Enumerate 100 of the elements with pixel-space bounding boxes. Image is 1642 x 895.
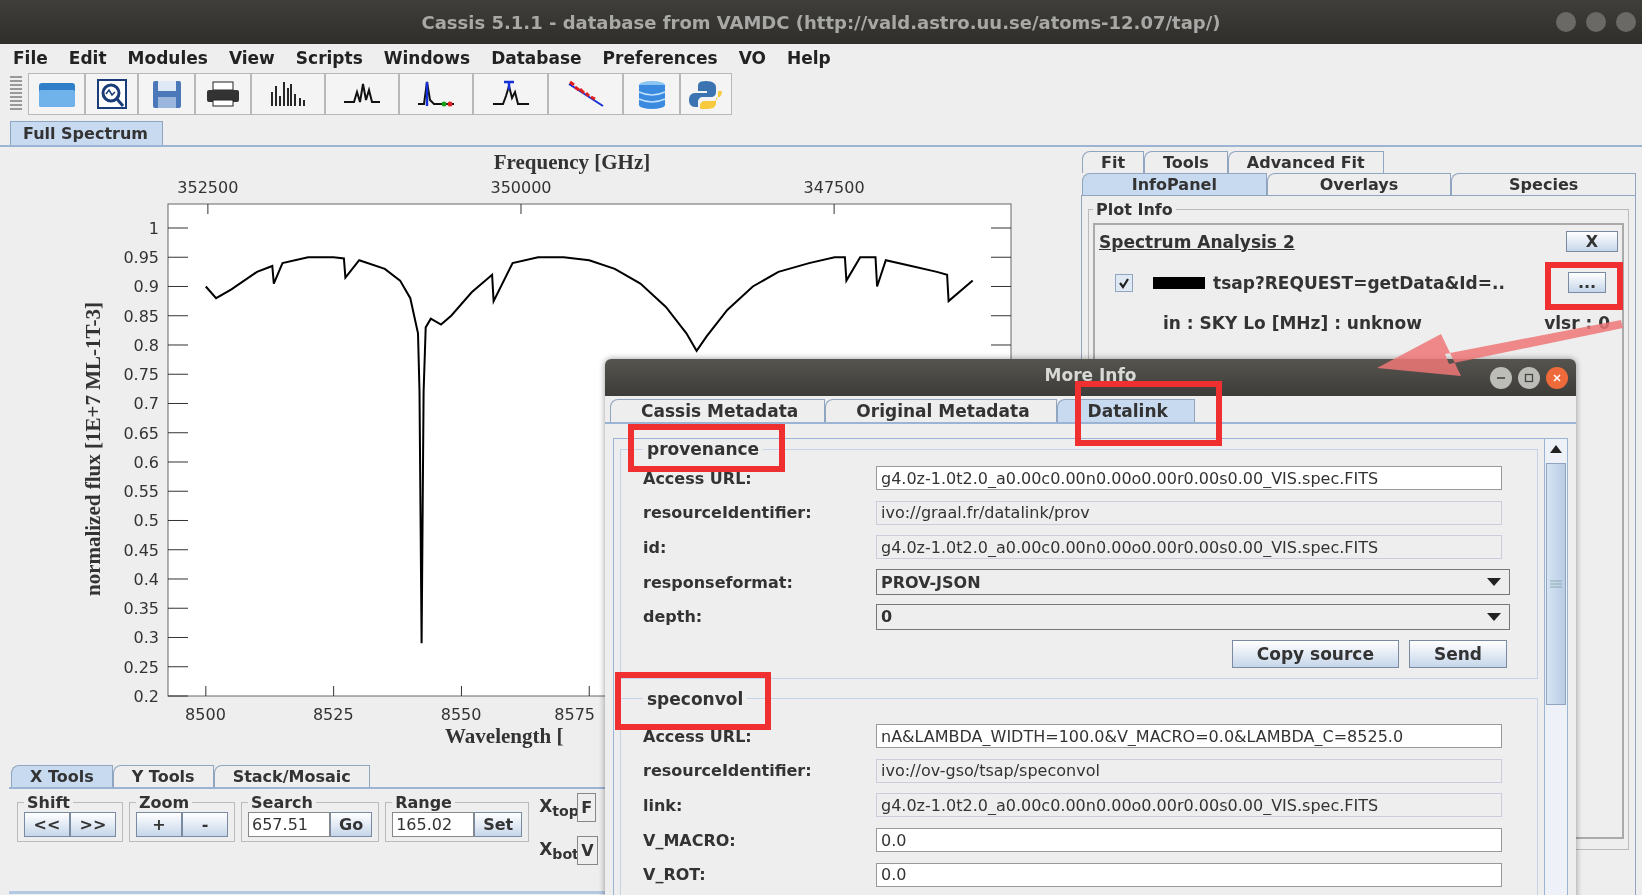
view-tab[interactable]: Full Spectrum <box>10 121 163 145</box>
field-label: resourceIdentifier: <box>643 503 813 523</box>
snake-logo-icon[interactable] <box>680 73 732 115</box>
dialog-button[interactable]: Send <box>1408 639 1507 668</box>
text-field[interactable]: g4.0z-1.0t2.0_a0.00c0.00n0.00o0.00r0.00s0.00_VIS.spec.FITS <box>876 793 1502 818</box>
tool-button[interactable]: - <box>182 812 228 837</box>
up-arrow-icon[interactable] <box>1550 445 1562 453</box>
tick-label: 0.95 <box>123 248 159 268</box>
tick-label: 8500 <box>185 705 226 724</box>
close-icon <box>1552 373 1562 383</box>
tick-label: 8525 <box>312 705 354 724</box>
tick-label: 0.2 <box>133 687 159 706</box>
save-icon[interactable] <box>138 73 195 115</box>
text-field[interactable]: g4.0z-1.0t2.0_a0.00c0.00n0.00o0.00r0.00s0.00_VIS.spec.FITS <box>876 535 1502 560</box>
tick-label: 0.45 <box>123 540 159 560</box>
group-label: Search <box>250 793 314 812</box>
menu-item[interactable]: Edit <box>68 48 107 68</box>
tool-tab[interactable]: Y Tools <box>112 765 214 787</box>
tool-button[interactable]: Go <box>330 812 373 837</box>
close-button[interactable] <box>1546 367 1568 389</box>
tick-label: 0.85 <box>123 306 159 326</box>
group-label: Zoom <box>138 793 191 812</box>
tick-label: 352500 <box>177 178 239 197</box>
field-label: Access URL: <box>643 726 753 746</box>
spectrum-icon[interactable] <box>473 73 548 115</box>
scrollbar[interactable] <box>1544 439 1567 895</box>
text-field[interactable]: ivo://ov-gso/tsap/speconvol <box>876 758 1502 783</box>
panel-tab[interactable]: Fit <box>1082 151 1145 173</box>
tool-tab[interactable]: X Tools <box>11 765 113 787</box>
tick-label: 350000 <box>490 178 552 197</box>
folder-icon[interactable] <box>28 73 85 115</box>
dropdown[interactable]: PROV-JSON <box>876 569 1510 596</box>
text-field[interactable]: g4.0z-1.0t2.0_a0.00c0.00n0.00o0.00r0.00s0.00_VIS.spec.FITS <box>876 466 1502 491</box>
dialog-title: More Info <box>1044 364 1137 385</box>
axis-dropdown[interactable]: V <box>577 836 598 865</box>
tick-label: 0.6 <box>133 453 159 472</box>
dialog-tab[interactable]: Cassis Metadata <box>610 399 826 422</box>
menu-item[interactable]: Modules <box>127 48 208 68</box>
dialog-tab[interactable]: Datalink <box>1056 399 1195 422</box>
dialog-tab[interactable]: Original Metadata <box>825 399 1057 422</box>
tick-label: 1 <box>148 219 159 238</box>
checkbox[interactable] <box>1115 273 1133 292</box>
axis-title: normalized flux [1E+7 ML-1T-3] <box>81 301 105 597</box>
menu-item[interactable]: Scripts <box>295 48 363 68</box>
group-label: Range <box>394 793 453 812</box>
magnifier-icon[interactable] <box>85 73 138 115</box>
analysis-link[interactable]: Spectrum Analysis 2 <box>1099 231 1295 252</box>
section-title: provenance <box>646 439 761 459</box>
maximize-button[interactable] <box>1518 367 1540 389</box>
tool-button[interactable]: << <box>24 812 70 837</box>
tick-label: 0.9 <box>133 277 159 297</box>
text-field[interactable]: nA&LAMBDA_WIDTH=100.0&V_MACRO=0.0&LAMBDA_C=8525.0 <box>876 724 1502 749</box>
spectrum-icon[interactable] <box>251 73 325 115</box>
tool-tab[interactable]: Stack/Mosaic <box>213 765 370 787</box>
remove-button[interactable]: X <box>1566 231 1618 252</box>
spectrum-icon[interactable] <box>399 73 473 115</box>
field-label: V_MACRO: <box>643 830 737 850</box>
menu-item[interactable]: VO <box>738 48 766 68</box>
toolbar-grip[interactable] <box>10 76 22 112</box>
group-label: Shift <box>26 793 71 812</box>
panel-tab[interactable]: Species <box>1451 173 1636 195</box>
spectrum-icon[interactable] <box>325 73 399 115</box>
menu-item[interactable]: Database <box>491 48 582 68</box>
panel-tab[interactable]: InfoPanel <box>1082 173 1267 195</box>
text-field[interactable]: ivo://graal.fr/datalink/prov <box>876 500 1502 525</box>
panel-tab[interactable]: Overlays <box>1266 173 1452 195</box>
tool-button[interactable]: + <box>136 812 182 837</box>
tick-label: 0.7 <box>133 394 159 414</box>
tool-button[interactable]: Set <box>474 812 523 837</box>
menu-item[interactable]: Preferences <box>602 48 718 68</box>
axis-title: Wavelength [ <box>445 724 564 748</box>
tick-label: 347500 <box>803 178 865 197</box>
tick-label: 0.25 <box>123 657 159 677</box>
tick-label: 0.65 <box>123 423 159 443</box>
tick-label: 0.35 <box>123 599 159 619</box>
menu-item[interactable]: File <box>13 48 48 68</box>
text-field[interactable]: 0.0 <box>876 862 1502 887</box>
menu-item[interactable]: View <box>228 48 275 68</box>
field-label: V_ROT: <box>643 865 707 885</box>
panel-tab[interactable]: Advanced Fit <box>1227 151 1384 173</box>
text-field[interactable]: 0.0 <box>876 828 1502 853</box>
maximize-icon <box>1524 373 1534 383</box>
minimize-button[interactable] <box>1490 367 1512 389</box>
spectrum-name: tsap?REQUEST=getData&Id=.. <box>1213 272 1506 293</box>
more-button[interactable]: ... <box>1568 272 1606 293</box>
axis-dropdown[interactable]: F <box>577 793 597 822</box>
field-label: id: <box>643 538 668 557</box>
value-field[interactable]: 165.02 <box>392 812 475 837</box>
vlsr-text: vlsr : 0 <box>1544 313 1610 333</box>
value-field[interactable]: 657.51 <box>248 812 330 837</box>
tool-button[interactable]: >> <box>70 812 116 837</box>
dialog-button[interactable]: Copy source <box>1231 639 1399 668</box>
menu-item[interactable]: Help <box>786 48 831 68</box>
tick-label: 8550 <box>440 705 482 724</box>
printer-icon[interactable] <box>195 73 251 115</box>
panel-tab[interactable]: Tools <box>1144 151 1228 173</box>
dropdown[interactable]: 0 <box>876 603 1510 630</box>
info-text: in : SKY Lo [MHz] : unknow <box>1163 313 1422 333</box>
menu-item[interactable]: Windows <box>383 48 471 68</box>
database-icon[interactable] <box>623 73 680 115</box>
